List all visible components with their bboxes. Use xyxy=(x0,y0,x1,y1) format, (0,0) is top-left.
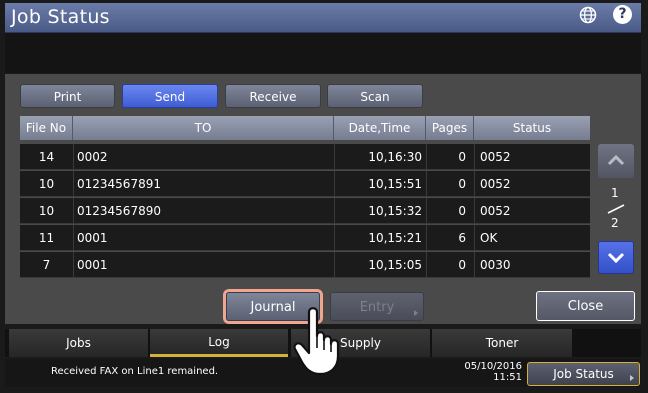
cell-pages: 0 xyxy=(458,177,466,191)
tab-toner[interactable]: Toner xyxy=(432,329,572,357)
page-indicator: 1 2 xyxy=(600,186,632,232)
cell-pages: 0 xyxy=(458,258,466,272)
cell-pages: 0 xyxy=(458,150,466,164)
cell-file-no: 10 xyxy=(38,204,55,218)
message-area xyxy=(5,33,641,73)
cell-status: 0052 xyxy=(480,150,511,164)
cell-datetime: 10,15:21 xyxy=(368,231,422,245)
table-row[interactable]: 10 01234567891 10,15:51 0 0052 xyxy=(20,171,590,197)
table-row[interactable]: 14 0002 10,16:30 0 0052 xyxy=(20,144,590,170)
status-datetime: 05/10/2016 11:51 xyxy=(452,361,522,383)
globe-icon[interactable] xyxy=(579,6,597,24)
column-header-status: Status xyxy=(474,116,590,140)
cell-to: 0002 xyxy=(77,150,108,164)
column-header-datetime: Date,Time xyxy=(334,116,426,140)
cell-status: 0030 xyxy=(480,258,511,272)
column-header-to: TO xyxy=(73,116,334,140)
scroll-up-button[interactable] xyxy=(598,144,634,178)
job-status-label: Job Status xyxy=(553,367,614,381)
cell-datetime: 10,15:51 xyxy=(368,177,422,191)
cell-datetime: 10,15:05 xyxy=(368,258,422,272)
tab-print[interactable]: Print xyxy=(20,84,115,108)
cell-status: 0052 xyxy=(480,204,511,218)
cell-file-no: 10 xyxy=(38,177,55,191)
column-header-pages: Pages xyxy=(426,116,474,140)
column-header-file-no: File No xyxy=(20,116,73,140)
tab-log[interactable]: Log xyxy=(150,329,288,357)
job-status-button[interactable]: Job Status xyxy=(527,362,640,386)
cell-to: 0001 xyxy=(77,231,108,245)
arrow-indicator-icon xyxy=(414,310,418,316)
chevron-up-icon xyxy=(607,154,625,166)
tab-jobs[interactable]: Jobs xyxy=(9,329,148,357)
table-row[interactable]: 11 0001 10,15:21 6 OK xyxy=(20,225,590,251)
cell-pages: 6 xyxy=(458,231,466,245)
cell-status: 0052 xyxy=(480,177,511,191)
table-row[interactable]: 7 0001 10,15:05 0 0030 xyxy=(20,252,590,278)
pointing-hand-icon xyxy=(293,307,340,376)
tab-receive[interactable]: Receive xyxy=(225,84,321,108)
cell-file-no: 14 xyxy=(38,150,55,164)
journal-label: Journal xyxy=(250,300,296,315)
status-message: Received FAX on Line1 remained. xyxy=(51,366,219,377)
window-title: Job Status xyxy=(11,6,110,28)
cell-datetime: 10,15:32 xyxy=(368,204,422,218)
cell-to: 01234567891 xyxy=(77,177,161,191)
cell-pages: 0 xyxy=(458,204,466,218)
cell-file-no: 7 xyxy=(42,258,51,272)
cell-datetime: 10,16:30 xyxy=(368,150,422,164)
tab-send[interactable]: Send xyxy=(122,84,218,108)
status-time: 11:51 xyxy=(493,372,522,383)
scroll-down-button[interactable] xyxy=(598,241,634,274)
total-pages: 2 xyxy=(611,216,619,230)
cell-status: OK xyxy=(480,231,498,245)
chevron-down-icon xyxy=(607,252,625,264)
close-button[interactable]: Close xyxy=(536,291,635,321)
title-bar: Job Status xyxy=(5,3,641,33)
arrow-indicator-icon xyxy=(630,375,634,381)
status-date: 05/10/2016 xyxy=(464,361,522,372)
tab-scan[interactable]: Scan xyxy=(327,84,423,108)
help-icon[interactable]: ? xyxy=(613,5,632,24)
screen: Job Status ? Print Send Receive Scan Fil… xyxy=(0,0,648,393)
cell-to: 0001 xyxy=(77,258,108,272)
cell-to: 01234567890 xyxy=(77,204,161,218)
entry-label: Entry xyxy=(359,300,395,315)
table-row[interactable]: 10 01234567890 10,15:32 0 0052 xyxy=(20,198,590,224)
cell-file-no: 11 xyxy=(38,231,55,245)
log-table: File No TO Date,Time Pages Status 14 000… xyxy=(20,116,590,278)
